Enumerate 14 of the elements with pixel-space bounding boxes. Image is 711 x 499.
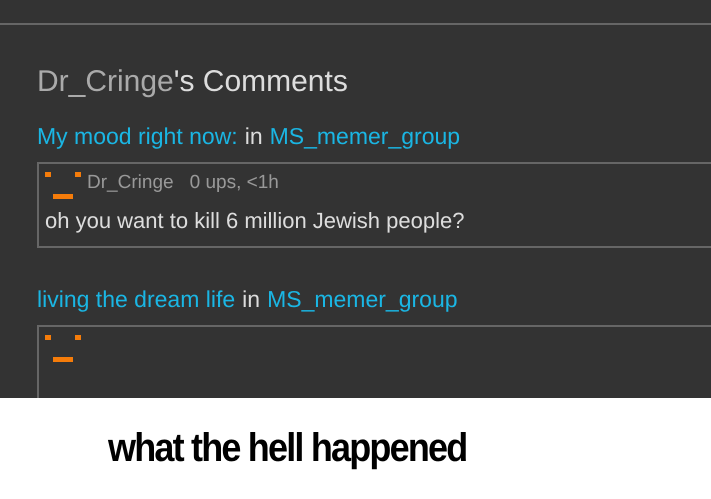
page-title: 's Comments [174, 65, 348, 98]
face-icon [45, 172, 81, 202]
in-label: in [244, 123, 263, 150]
meme-caption: what the hell happened [108, 426, 466, 471]
group-link[interactable]: MS_memer_group [267, 286, 458, 313]
username: Dr_Cringe [37, 65, 174, 98]
post-link[interactable]: living the dream life [37, 286, 236, 313]
comment-text: oh you want to kill 6 million Jewish people? [45, 208, 466, 234]
face-icon [45, 335, 81, 365]
group-link[interactable]: MS_memer_group [270, 123, 460, 150]
post-link[interactable]: My mood right now: [37, 123, 238, 150]
comment-meta: 0 ups, <1h [190, 172, 279, 194]
in-label: in [242, 286, 260, 313]
comment-author[interactable]: Dr_Cringe [87, 172, 174, 194]
